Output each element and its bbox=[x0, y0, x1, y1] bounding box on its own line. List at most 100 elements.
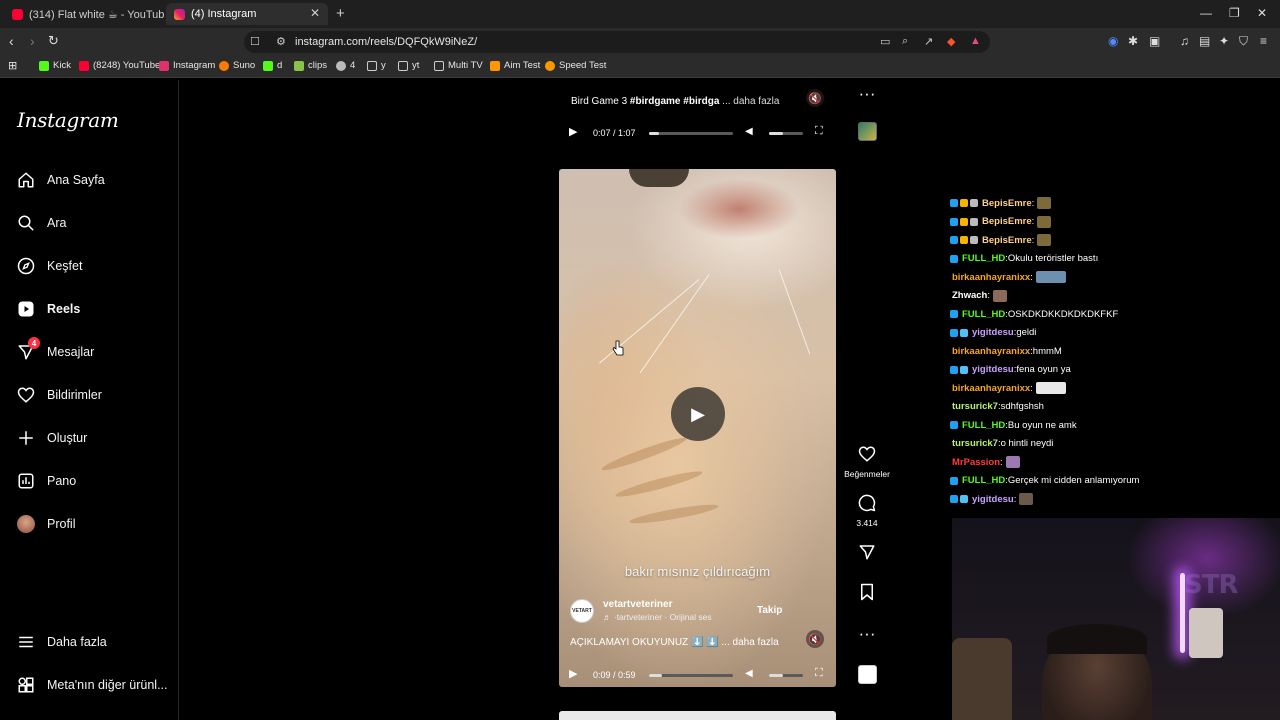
wallet-icon[interactable]: ▣ bbox=[1149, 34, 1160, 48]
mute-icon[interactable]: 🔇 bbox=[806, 630, 824, 648]
menu-icon[interactable]: ≡ bbox=[1260, 34, 1267, 48]
fullscreen-icon[interactable]: ⛶ bbox=[815, 667, 823, 680]
like-button[interactable]: Beğenmeler bbox=[843, 445, 891, 479]
video-progress-bar[interactable] bbox=[649, 132, 733, 135]
nav-reels[interactable]: Reels bbox=[16, 297, 80, 321]
bookmark-aimtest[interactable]: Aim Test bbox=[490, 60, 540, 71]
volume-slider[interactable] bbox=[769, 132, 803, 135]
cast-icon[interactable]: ▭ bbox=[880, 35, 890, 48]
chat-username[interactable]: FULL_HD bbox=[962, 420, 1005, 431]
current-reel-video[interactable]: ▶ bakır mısınız çıldırıcağım VETART veta… bbox=[559, 169, 836, 687]
apps-grid-icon[interactable]: ⊞ bbox=[8, 59, 17, 72]
bookmark-4[interactable]: 4 bbox=[336, 60, 355, 71]
comment-button[interactable]: 3.414 bbox=[843, 494, 891, 528]
close-window-icon[interactable]: ✕ bbox=[1257, 6, 1267, 20]
chat-username[interactable]: birkaanhayranixx bbox=[952, 383, 1030, 394]
nav-dashboard[interactable]: Pano bbox=[16, 469, 76, 493]
chat-username[interactable]: birkaanhayranixx bbox=[952, 272, 1030, 283]
maximize-icon[interactable]: ❐ bbox=[1229, 6, 1240, 20]
volume-icon[interactable]: ◀ bbox=[745, 668, 753, 679]
extensions-icon[interactable]: ✱ bbox=[1128, 34, 1138, 48]
follow-button[interactable]: Takip bbox=[757, 605, 782, 616]
chat-username[interactable]: BepisEmre bbox=[982, 198, 1032, 209]
bookmark-multitv[interactable]: Multi TV bbox=[434, 60, 483, 71]
reel-caption[interactable]: Bird Game 3 #birdgame #birdga ... daha f… bbox=[571, 96, 779, 107]
chat-username[interactable]: yigitdesu bbox=[972, 327, 1014, 338]
tab-instagram[interactable]: (4) Instagram ✕ bbox=[166, 3, 328, 25]
chat-username[interactable]: yigitdesu bbox=[972, 494, 1014, 505]
nav-meta-products[interactable]: Meta'nın diğer ürünl... bbox=[16, 673, 168, 697]
reload-icon[interactable]: ↻ bbox=[48, 33, 59, 49]
save-button[interactable] bbox=[843, 583, 891, 606]
chat-username[interactable]: birkaanhayranixx bbox=[952, 346, 1030, 357]
author-avatar[interactable]: VETART bbox=[570, 599, 594, 623]
nav-messages[interactable]: 4 Mesajlar bbox=[16, 337, 94, 364]
chat-username[interactable]: FULL_HD bbox=[962, 475, 1005, 486]
more-options-button[interactable]: ··· bbox=[843, 84, 891, 104]
bookmark-suno[interactable]: Suno bbox=[219, 60, 255, 71]
play-icon[interactable]: ▶ bbox=[569, 125, 577, 138]
chat-username[interactable]: tursurick7 bbox=[952, 401, 998, 412]
chat-username[interactable]: BepisEmre bbox=[982, 216, 1032, 227]
bookmark-d[interactable]: d bbox=[263, 60, 282, 71]
share-icon[interactable]: ↗ bbox=[924, 35, 933, 48]
vpn-icon[interactable]: ⛉ bbox=[1239, 34, 1248, 49]
reel-caption[interactable]: AÇIKLAMAYI OKUYUNUZ ⬇️ ⬇️ ... daha fazla bbox=[570, 637, 779, 648]
nav-search[interactable]: Ara bbox=[16, 211, 66, 235]
media-icon[interactable]: ♫ bbox=[1180, 34, 1189, 48]
bookmark-folder-y[interactable]: y bbox=[367, 60, 386, 71]
bookmark-kick[interactable]: Kick bbox=[39, 60, 71, 71]
nav-create[interactable]: Oluştur bbox=[16, 426, 87, 450]
tab-youtube[interactable]: (314) Flat white ☕ - YouTube bbox=[4, 3, 164, 25]
instagram-logo[interactable]: Instagram bbox=[17, 108, 119, 132]
brave-rewards-icon[interactable]: ▲ bbox=[970, 35, 981, 47]
bookmark-folder-yt[interactable]: yt bbox=[398, 60, 419, 71]
nav-notifications[interactable]: Bildirimler bbox=[16, 383, 102, 407]
nav-profile[interactable]: Profil bbox=[16, 512, 75, 536]
nav-home[interactable]: Ana Sayfa bbox=[16, 168, 105, 192]
chat-username[interactable]: FULL_HD bbox=[962, 309, 1005, 320]
caption-more-link[interactable]: ... daha fazla bbox=[719, 96, 779, 107]
brave-shield-icon[interactable]: ◆ bbox=[947, 35, 955, 48]
forward-icon[interactable]: › bbox=[30, 33, 35, 49]
site-info-icon[interactable]: ⚙ bbox=[276, 35, 286, 48]
audio-label[interactable]: ♬ ·tartveteriner · Orijinal ses bbox=[603, 612, 712, 622]
audio-playing-icon[interactable]: ◉ bbox=[1108, 34, 1118, 48]
chat-username[interactable]: FULL_HD bbox=[962, 253, 1005, 264]
next-reel-preview[interactable] bbox=[559, 711, 836, 720]
back-icon[interactable]: ‹ bbox=[9, 33, 14, 49]
nav-more[interactable]: Daha fazla bbox=[16, 630, 107, 654]
minimize-icon[interactable]: — bbox=[1200, 6, 1212, 20]
caption-hashtags[interactable]: #birdgame #birdga bbox=[630, 96, 719, 107]
chat-username[interactable]: MrPassion bbox=[952, 457, 1000, 468]
new-tab-button[interactable]: + bbox=[336, 5, 345, 22]
chat-username[interactable]: BepisEmre bbox=[982, 235, 1032, 246]
mute-icon[interactable]: 🔇 bbox=[806, 89, 824, 107]
bookmark-instagram[interactable]: Instagram bbox=[159, 60, 215, 71]
address-bar[interactable]: ☐ ⚙ instagram.com/reels/DQFQkW9iNeZ/ ▭ ⌕… bbox=[244, 31, 990, 53]
fullscreen-icon[interactable]: ⛶ bbox=[815, 125, 823, 138]
bookmark-speedtest[interactable]: Speed Test bbox=[545, 60, 606, 71]
zoom-icon[interactable]: ⌕ bbox=[902, 35, 908, 48]
more-options-button[interactable]: ··· bbox=[843, 624, 891, 644]
bookmark-clips[interactable]: clips bbox=[294, 60, 327, 71]
sidebar-toggle-icon[interactable]: ▤ bbox=[1199, 34, 1210, 48]
audio-thumbnail[interactable] bbox=[858, 665, 877, 684]
share-button[interactable] bbox=[843, 543, 891, 566]
audio-thumbnail[interactable] bbox=[858, 122, 877, 141]
nav-explore[interactable]: Keşfet bbox=[16, 254, 82, 278]
bookmark-icon[interactable]: ☐ bbox=[250, 35, 260, 48]
chat-username[interactable]: yigitdesu bbox=[972, 364, 1014, 375]
volume-icon[interactable]: ◀ bbox=[745, 126, 753, 137]
volume-slider[interactable] bbox=[769, 674, 803, 677]
play-icon[interactable]: ▶ bbox=[569, 667, 577, 680]
leo-ai-icon[interactable]: ✦ bbox=[1219, 34, 1229, 48]
chat-username[interactable]: Zhwach bbox=[952, 290, 987, 301]
chat-username[interactable]: tursurick7 bbox=[952, 438, 998, 449]
bookmark-youtube[interactable]: (8248) YouTube bbox=[79, 60, 160, 71]
video-progress-bar[interactable] bbox=[649, 674, 733, 677]
play-button[interactable]: ▶ bbox=[671, 387, 725, 441]
close-tab-icon[interactable]: ✕ bbox=[310, 6, 320, 20]
author-name[interactable]: vetartveteriner bbox=[603, 599, 672, 610]
url-text[interactable]: instagram.com/reels/DQFQkW9iNeZ/ bbox=[295, 36, 477, 48]
